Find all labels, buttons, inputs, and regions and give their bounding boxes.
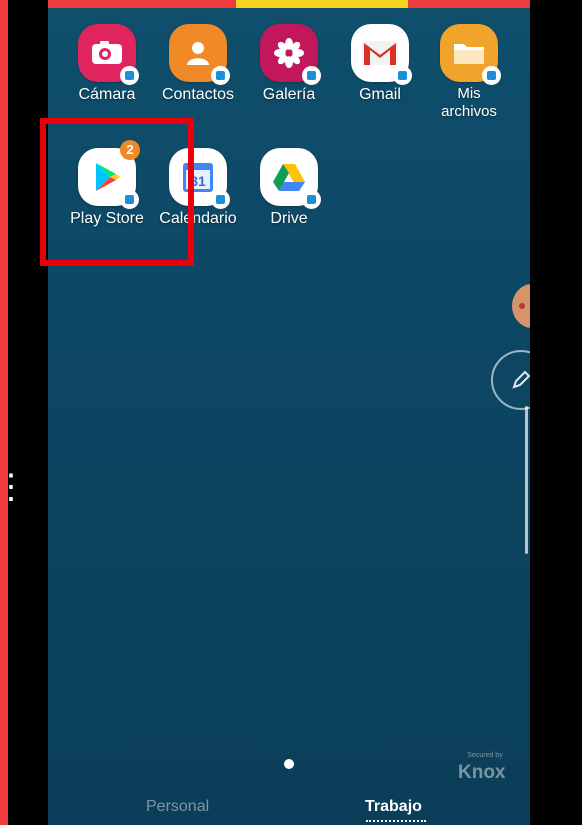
knox-lock-badge-icon: [393, 66, 412, 85]
folder-icon: [440, 24, 501, 85]
app-label: Cámara: [78, 86, 136, 103]
gallery-icon: [260, 24, 321, 85]
edge-panel-handle[interactable]: [491, 350, 530, 410]
app-camara[interactable]: Cámara: [59, 24, 155, 105]
edge-partial-glyph: ⋮: [0, 470, 28, 520]
gmail-icon: [351, 24, 412, 85]
page-indicator-dot: [284, 759, 294, 769]
app-galeria[interactable]: Galería: [241, 24, 337, 105]
app-label: Gmail: [359, 86, 401, 103]
knox-lock-badge-icon: [482, 66, 501, 85]
app-label: Contactos: [161, 86, 235, 103]
right-letterbox: [530, 0, 582, 825]
app-contactos[interactable]: Contactos: [150, 24, 246, 105]
app-mis-archivos[interactable]: Mis archivos: [421, 24, 517, 121]
contacts-icon: [169, 24, 230, 85]
floating-bubble[interactable]: [512, 284, 530, 328]
tab-active-indicator: [366, 820, 426, 822]
knox-secured-label: Secured by: [467, 752, 503, 759]
knox-lock-badge-icon: [302, 190, 321, 209]
app-gmail[interactable]: Gmail: [332, 24, 428, 105]
knox-lock-badge-icon: [211, 190, 230, 209]
knox-lock-badge-icon: [302, 66, 321, 85]
knox-lock-badge-icon: [120, 66, 139, 85]
tab-personal[interactable]: Personal: [146, 798, 209, 816]
knox-lock-badge-icon: [211, 66, 230, 85]
highlight-box: [40, 118, 194, 266]
tab-trabajo[interactable]: Trabajo: [365, 798, 422, 816]
app-label: Mis archivos: [441, 85, 497, 120]
app-label: Galería: [262, 86, 316, 103]
app-label: Drive: [270, 210, 308, 227]
camera-icon: [78, 24, 139, 85]
drive-icon: [260, 148, 321, 209]
app-drive[interactable]: Drive: [241, 148, 337, 229]
top-yellow-accent: [236, 0, 408, 8]
pencil-icon: [512, 370, 530, 389]
edge-panel-line[interactable]: [525, 406, 528, 554]
knox-logo: Knox: [458, 762, 506, 783]
